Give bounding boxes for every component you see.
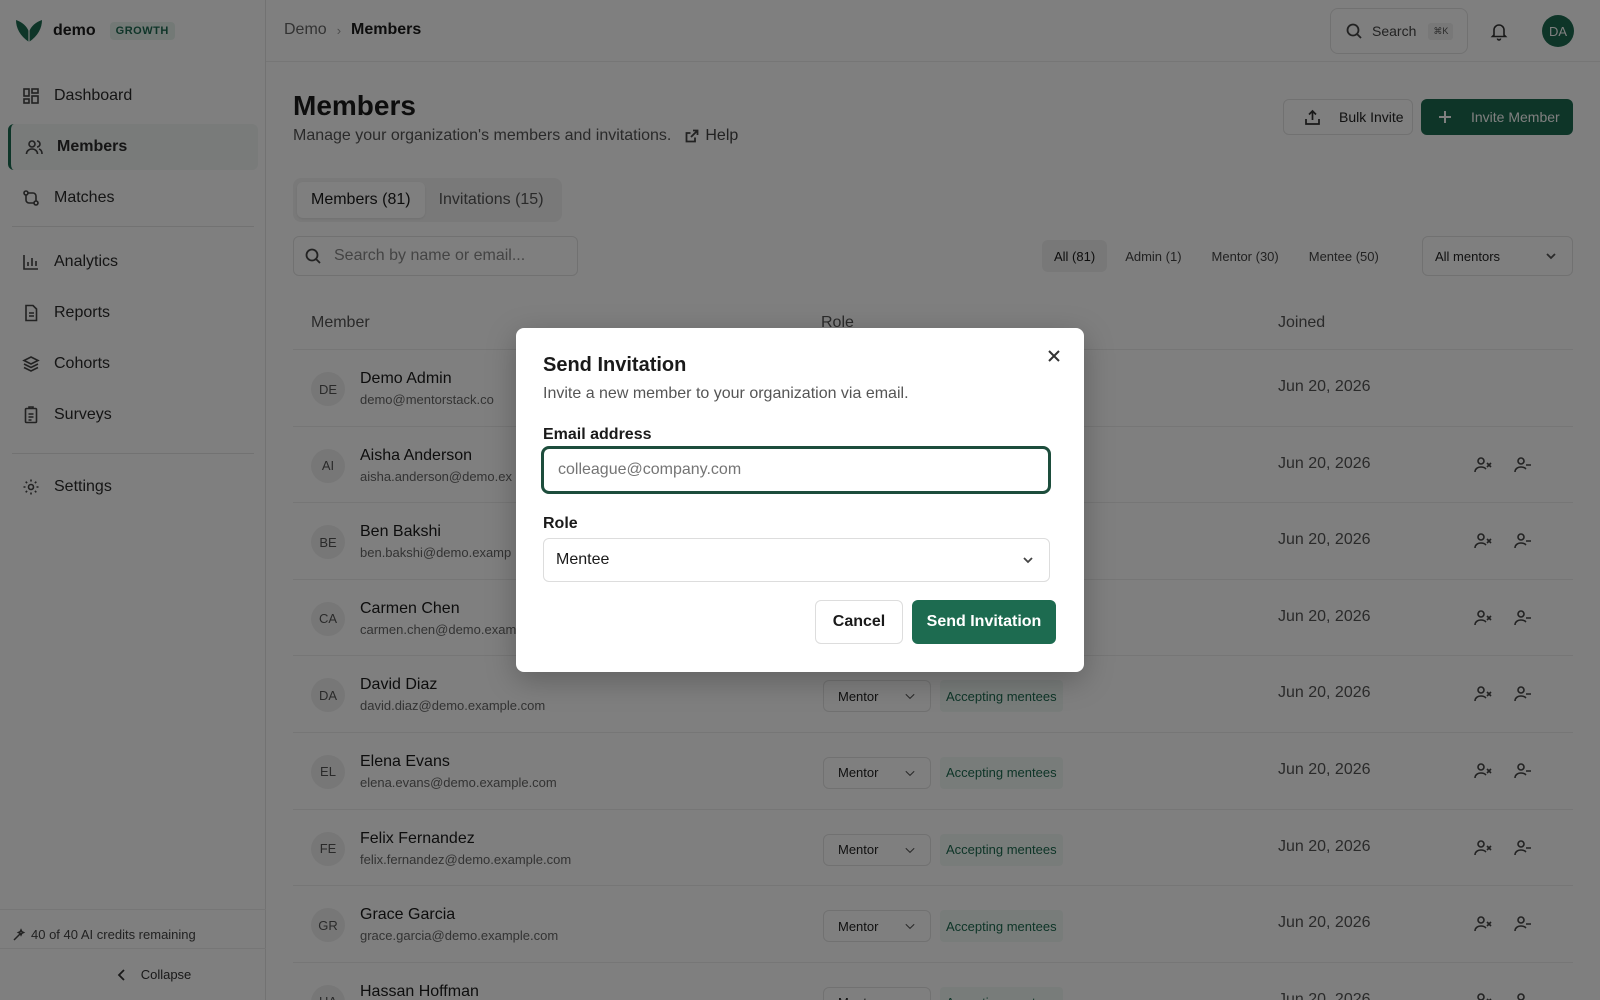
close-icon [1048, 350, 1060, 362]
send-invitation-dialog: Send Invitation Invite a new member to y… [516, 328, 1084, 672]
email-field[interactable] [541, 446, 1051, 494]
role-select[interactable]: Mentee [543, 538, 1050, 582]
role-label: Role [543, 515, 578, 532]
cancel-button[interactable]: Cancel [815, 600, 903, 644]
app: demo GROWTH Dashboard Members Matches An… [0, 0, 1600, 1000]
close-dialog-button[interactable] [1046, 348, 1062, 364]
send-invitation-button[interactable]: Send Invitation [912, 600, 1056, 644]
chevron-down-icon [1023, 557, 1033, 564]
dialog-description: Invite a new member to your organization… [543, 385, 909, 402]
role-select-value: Mentee [556, 551, 610, 568]
dialog-title: Send Invitation [543, 354, 687, 376]
email-label: Email address [543, 426, 652, 443]
